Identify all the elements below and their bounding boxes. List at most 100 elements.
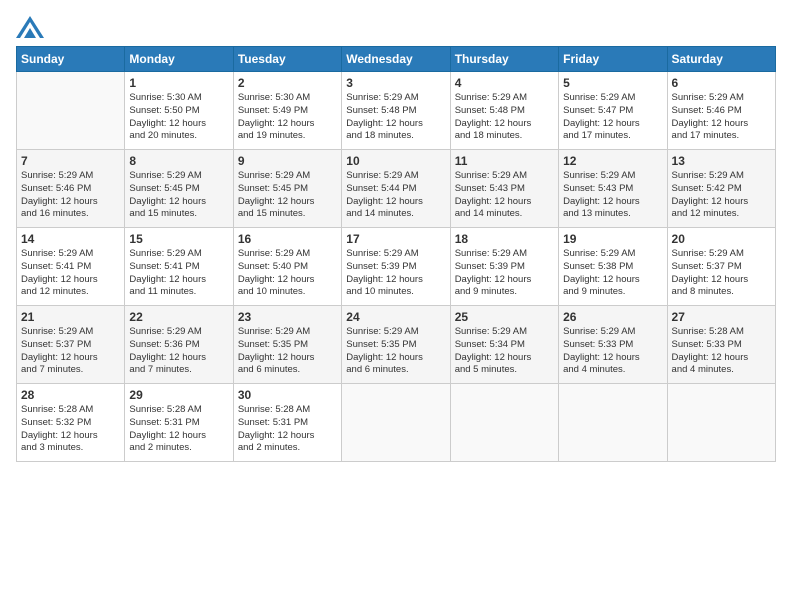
cell-text: Sunrise: 5:29 AM Sunset: 5:36 PM Dayligh… bbox=[129, 326, 228, 377]
week-row-1: 1 Sunrise: 5:30 AM Sunset: 5:50 PM Daylig… bbox=[17, 72, 776, 150]
day-number: 28 bbox=[21, 388, 120, 402]
calendar-cell: 8Sunrise: 5:29 AM Sunset: 5:45 PM Daylig… bbox=[125, 150, 233, 228]
cell-text: Sunrise: 5:29 AM Sunset: 5:39 PM Dayligh… bbox=[346, 248, 445, 299]
calendar-cell: 5Sunrise: 5:29 AM Sunset: 5:47 PM Daylig… bbox=[559, 72, 667, 150]
day-number: 12 bbox=[563, 154, 662, 168]
week-row-5: 28 Sunrise: 5:28 AM Sunset: 5:32 PM Dayli… bbox=[17, 384, 776, 462]
day-header-row: SundayMondayTuesdayWednesdayThursdayFrid… bbox=[17, 47, 776, 72]
cell-text: Sunrise: 5:28 AM Sunset: 5:31 PM Dayligh… bbox=[129, 404, 228, 455]
calendar-cell: 7 Sunrise: 5:29 AM Sunset: 5:46 PM Daylig… bbox=[17, 150, 125, 228]
day-number: 15 bbox=[129, 232, 228, 246]
day-header-thursday: Thursday bbox=[450, 47, 558, 72]
cell-text: Sunrise: 5:29 AM Sunset: 5:41 PM Dayligh… bbox=[129, 248, 228, 299]
cell-text: Sunrise: 5:29 AM Sunset: 5:39 PM Dayligh… bbox=[455, 248, 554, 299]
calendar-cell: 10Sunrise: 5:29 AM Sunset: 5:44 PM Dayli… bbox=[342, 150, 450, 228]
day-header-friday: Friday bbox=[559, 47, 667, 72]
calendar-table: SundayMondayTuesdayWednesdayThursdayFrid… bbox=[16, 46, 776, 462]
cell-text: Sunrise: 5:29 AM Sunset: 5:43 PM Dayligh… bbox=[455, 170, 554, 221]
calendar-cell: 11 Sunrise: 5:29 AM Sunset: 5:43 PM Dayli… bbox=[450, 150, 558, 228]
cell-text: Sunrise: 5:29 AM Sunset: 5:40 PM Dayligh… bbox=[238, 248, 337, 299]
day-number: 30 bbox=[238, 388, 337, 402]
day-number: 2 bbox=[238, 76, 337, 90]
day-number: 16 bbox=[238, 232, 337, 246]
day-number: 25 bbox=[455, 310, 554, 324]
day-number: 8 bbox=[129, 154, 228, 168]
day-number: 20 bbox=[672, 232, 771, 246]
day-number: 10 bbox=[346, 154, 445, 168]
calendar-cell: 9 Sunrise: 5:29 AM Sunset: 5:45 PM Daylig… bbox=[233, 150, 341, 228]
cell-text: Sunrise: 5:29 AM Sunset: 5:42 PM Dayligh… bbox=[672, 170, 771, 221]
calendar-cell: 22 Sunrise: 5:29 AM Sunset: 5:36 PM Dayli… bbox=[125, 306, 233, 384]
calendar-cell: 24 Sunrise: 5:29 AM Sunset: 5:35 PM Dayli… bbox=[342, 306, 450, 384]
day-number: 23 bbox=[238, 310, 337, 324]
logo-icon bbox=[16, 16, 44, 38]
calendar-cell: 29Sunrise: 5:28 AM Sunset: 5:31 PM Dayli… bbox=[125, 384, 233, 462]
cell-text: Sunrise: 5:29 AM Sunset: 5:33 PM Dayligh… bbox=[563, 326, 662, 377]
calendar-cell: 2 Sunrise: 5:30 AM Sunset: 5:49 PM Daylig… bbox=[233, 72, 341, 150]
day-number: 6 bbox=[672, 76, 771, 90]
day-number: 21 bbox=[21, 310, 120, 324]
calendar-cell: 23 Sunrise: 5:29 AM Sunset: 5:35 PM Dayli… bbox=[233, 306, 341, 384]
calendar-cell: 13 Sunrise: 5:29 AM Sunset: 5:42 PM Dayli… bbox=[667, 150, 775, 228]
cell-text: Sunrise: 5:28 AM Sunset: 5:31 PM Dayligh… bbox=[238, 404, 337, 455]
week-row-4: 21 Sunrise: 5:29 AM Sunset: 5:37 PM Dayli… bbox=[17, 306, 776, 384]
day-number: 26 bbox=[563, 310, 662, 324]
cell-text: Sunrise: 5:30 AM Sunset: 5:50 PM Dayligh… bbox=[129, 92, 228, 143]
week-row-2: 7 Sunrise: 5:29 AM Sunset: 5:46 PM Daylig… bbox=[17, 150, 776, 228]
day-number: 17 bbox=[346, 232, 445, 246]
day-number: 22 bbox=[129, 310, 228, 324]
cell-text: Sunrise: 5:29 AM Sunset: 5:35 PM Dayligh… bbox=[238, 326, 337, 377]
cell-text: Sunrise: 5:29 AM Sunset: 5:46 PM Dayligh… bbox=[672, 92, 771, 143]
day-number: 24 bbox=[346, 310, 445, 324]
calendar-cell: 12Sunrise: 5:29 AM Sunset: 5:43 PM Dayli… bbox=[559, 150, 667, 228]
day-header-tuesday: Tuesday bbox=[233, 47, 341, 72]
day-header-saturday: Saturday bbox=[667, 47, 775, 72]
cell-text: Sunrise: 5:29 AM Sunset: 5:35 PM Dayligh… bbox=[346, 326, 445, 377]
day-number: 27 bbox=[672, 310, 771, 324]
cell-text: Sunrise: 5:28 AM Sunset: 5:32 PM Dayligh… bbox=[21, 404, 120, 455]
calendar-cell: 4 Sunrise: 5:29 AM Sunset: 5:48 PM Daylig… bbox=[450, 72, 558, 150]
cell-text: Sunrise: 5:29 AM Sunset: 5:47 PM Dayligh… bbox=[563, 92, 662, 143]
calendar-cell: 18 Sunrise: 5:29 AM Sunset: 5:39 PM Dayli… bbox=[450, 228, 558, 306]
day-number: 18 bbox=[455, 232, 554, 246]
calendar-cell: 14 Sunrise: 5:29 AM Sunset: 5:41 PM Dayli… bbox=[17, 228, 125, 306]
calendar-cell bbox=[450, 384, 558, 462]
calendar-cell: 26 Sunrise: 5:29 AM Sunset: 5:33 PM Dayli… bbox=[559, 306, 667, 384]
calendar-cell bbox=[17, 72, 125, 150]
cell-text: Sunrise: 5:29 AM Sunset: 5:37 PM Dayligh… bbox=[672, 248, 771, 299]
day-number: 14 bbox=[21, 232, 120, 246]
cell-text: Sunrise: 5:29 AM Sunset: 5:48 PM Dayligh… bbox=[455, 92, 554, 143]
day-number: 13 bbox=[672, 154, 771, 168]
calendar-cell: 25 Sunrise: 5:29 AM Sunset: 5:34 PM Dayli… bbox=[450, 306, 558, 384]
day-number: 19 bbox=[563, 232, 662, 246]
calendar-cell: 15 Sunrise: 5:29 AM Sunset: 5:41 PM Dayli… bbox=[125, 228, 233, 306]
calendar-cell: 17 Sunrise: 5:29 AM Sunset: 5:39 PM Dayli… bbox=[342, 228, 450, 306]
calendar-cell: 28 Sunrise: 5:28 AM Sunset: 5:32 PM Dayli… bbox=[17, 384, 125, 462]
calendar-cell bbox=[559, 384, 667, 462]
day-header-monday: Monday bbox=[125, 47, 233, 72]
calendar-cell: 1 Sunrise: 5:30 AM Sunset: 5:50 PM Daylig… bbox=[125, 72, 233, 150]
day-number: 7 bbox=[21, 154, 120, 168]
day-number: 3 bbox=[346, 76, 445, 90]
day-number: 1 bbox=[129, 76, 228, 90]
day-number: 11 bbox=[455, 154, 554, 168]
calendar-cell: 30 Sunrise: 5:28 AM Sunset: 5:31 PM Dayli… bbox=[233, 384, 341, 462]
calendar-cell: 21 Sunrise: 5:29 AM Sunset: 5:37 PM Dayli… bbox=[17, 306, 125, 384]
cell-text: Sunrise: 5:29 AM Sunset: 5:34 PM Dayligh… bbox=[455, 326, 554, 377]
week-row-3: 14 Sunrise: 5:29 AM Sunset: 5:41 PM Dayli… bbox=[17, 228, 776, 306]
cell-text: Sunrise: 5:29 AM Sunset: 5:45 PM Dayligh… bbox=[238, 170, 337, 221]
day-number: 4 bbox=[455, 76, 554, 90]
cell-text: Sunrise: 5:29 AM Sunset: 5:41 PM Dayligh… bbox=[21, 248, 120, 299]
calendar-cell: 19 Sunrise: 5:29 AM Sunset: 5:38 PM Dayli… bbox=[559, 228, 667, 306]
cell-text: Sunrise: 5:29 AM Sunset: 5:46 PM Dayligh… bbox=[21, 170, 120, 221]
cell-text: Sunrise: 5:30 AM Sunset: 5:49 PM Dayligh… bbox=[238, 92, 337, 143]
calendar-cell: 6 Sunrise: 5:29 AM Sunset: 5:46 PM Daylig… bbox=[667, 72, 775, 150]
cell-text: Sunrise: 5:29 AM Sunset: 5:38 PM Dayligh… bbox=[563, 248, 662, 299]
day-number: 9 bbox=[238, 154, 337, 168]
calendar-cell: 20 Sunrise: 5:29 AM Sunset: 5:37 PM Dayli… bbox=[667, 228, 775, 306]
calendar-cell: 16 Sunrise: 5:29 AM Sunset: 5:40 PM Dayli… bbox=[233, 228, 341, 306]
cell-text: Sunrise: 5:29 AM Sunset: 5:37 PM Dayligh… bbox=[21, 326, 120, 377]
cell-text: Sunrise: 5:29 AM Sunset: 5:48 PM Dayligh… bbox=[346, 92, 445, 143]
calendar-cell bbox=[342, 384, 450, 462]
logo bbox=[16, 16, 48, 38]
